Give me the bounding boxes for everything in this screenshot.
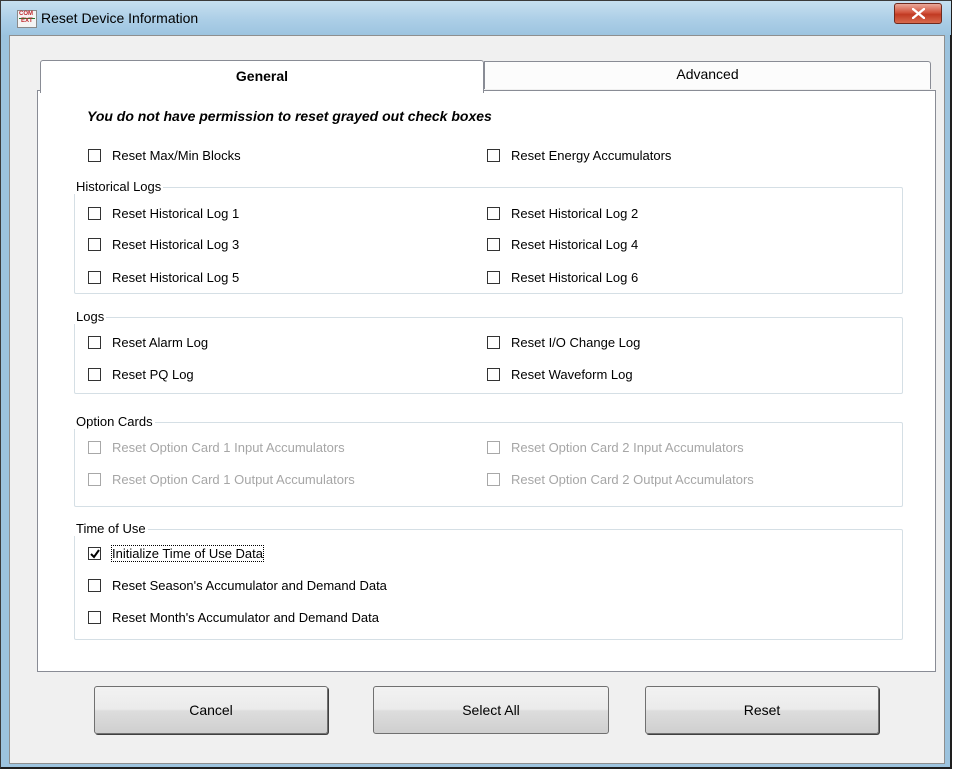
checkbox-initialize-time-of-use[interactable]: Initialize Time of Use Data — [88, 544, 265, 562]
checkbox-historical-log-3[interactable]: Reset Historical Log 3 — [88, 235, 239, 253]
checkbox-historical-log-1[interactable]: Reset Historical Log 1 — [88, 204, 239, 222]
checkbox-historical-log-4[interactable]: Reset Historical Log 4 — [487, 235, 638, 253]
checkbox-alarm-log[interactable]: Reset Alarm Log — [88, 333, 208, 351]
checkbox-io-change-log[interactable]: Reset I/O Change Log — [487, 333, 640, 351]
checkbox-reset-season-accumulator[interactable]: Reset Season's Accumulator and Demand Da… — [88, 576, 387, 594]
checkbox-option-card-1-input: Reset Option Card 1 Input Accumulators — [88, 438, 345, 456]
checkbox-pq-log[interactable]: Reset PQ Log — [88, 365, 194, 383]
checkbox-option-card-1-output: Reset Option Card 1 Output Accumulators — [88, 470, 355, 488]
checkmark-icon — [90, 548, 100, 559]
close-button[interactable] — [894, 3, 942, 24]
checkbox-historical-log-5[interactable]: Reset Historical Log 5 — [88, 268, 239, 286]
group-title-option-cards: Option Cards — [74, 414, 155, 429]
tab-advanced[interactable]: Advanced — [484, 61, 931, 89]
checkbox-reset-energy-accumulators[interactable]: Reset Energy Accumulators — [487, 146, 671, 164]
checkbox-historical-log-2[interactable]: Reset Historical Log 2 — [487, 204, 638, 222]
checkbox-waveform-log[interactable]: Reset Waveform Log — [487, 365, 633, 383]
app-icon-bottom-text: EXT — [21, 18, 33, 24]
title-bar[interactable]: COM EXT Reset Device Information — [1, 1, 951, 35]
group-option-cards — [74, 422, 903, 507]
cancel-button[interactable]: Cancel — [94, 686, 328, 734]
group-title-historical-logs: Historical Logs — [74, 179, 164, 194]
permission-notice: You do not have permission to reset gray… — [87, 108, 492, 124]
group-title-logs: Logs — [74, 309, 107, 324]
window-title: Reset Device Information — [41, 10, 199, 26]
reset-button[interactable]: Reset — [645, 686, 879, 734]
tab-general[interactable]: General — [40, 60, 484, 93]
checkbox-option-card-2-output: Reset Option Card 2 Output Accumulators — [487, 470, 754, 488]
checkbox-reset-month-accumulator[interactable]: Reset Month's Accumulator and Demand Dat… — [88, 608, 379, 626]
checkbox-option-card-2-input: Reset Option Card 2 Input Accumulators — [487, 438, 744, 456]
app-icon: COM EXT — [17, 10, 37, 28]
checkbox-historical-log-6[interactable]: Reset Historical Log 6 — [487, 268, 638, 286]
group-title-time-of-use: Time of Use — [74, 521, 148, 536]
close-icon — [912, 8, 925, 19]
app-icon-top-text: COM — [19, 11, 33, 17]
select-all-button[interactable]: Select All — [373, 686, 609, 734]
checkbox-reset-max-min-blocks[interactable]: Reset Max/Min Blocks — [88, 146, 241, 164]
